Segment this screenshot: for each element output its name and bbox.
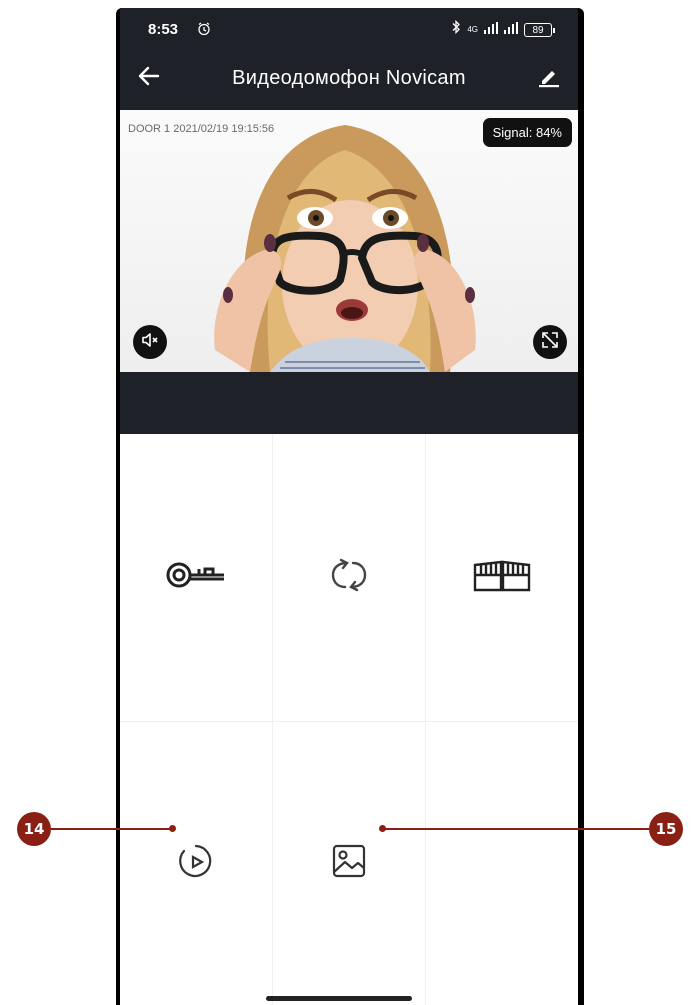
callout-dot-15 — [379, 825, 386, 832]
cellular-signal-2-icon — [504, 21, 518, 39]
status-time: 8:53 — [148, 21, 179, 38]
speaker-muted-icon — [141, 332, 159, 353]
app-bar: Видеодомофон Novicam — [120, 46, 578, 110]
camera-feed-image — [214, 125, 476, 372]
alarm-icon — [197, 22, 211, 41]
open-gate-button[interactable] — [426, 434, 578, 722]
edit-pencil-icon[interactable] — [538, 66, 560, 93]
signal-badge: Signal: 84% — [482, 118, 572, 147]
network-type: 4G — [467, 25, 478, 34]
callout-badge-14: 14 — [17, 812, 51, 846]
gate-icon — [473, 557, 531, 598]
fullscreen-icon — [542, 331, 558, 353]
playback-button[interactable] — [120, 722, 273, 1005]
battery-icon: 89 — [524, 22, 555, 37]
switch-camera-button[interactable] — [273, 434, 426, 722]
callout-badge-15: 15 — [649, 812, 683, 846]
playback-icon — [176, 841, 216, 886]
fullscreen-button[interactable] — [533, 325, 567, 359]
video-control-bar — [120, 372, 578, 434]
callout-dot-14 — [169, 825, 176, 832]
callout-line-15 — [382, 828, 649, 830]
app-screen: 8:53 4G 89 Видеодомофон Novicam DOOR 1 2… — [120, 8, 578, 1005]
page-title: Видеодомофон Novicam — [232, 67, 466, 89]
phone-frame: 8:53 4G 89 Видеодомофон Novicam DOOR 1 2… — [116, 8, 584, 1005]
image-icon — [332, 844, 366, 883]
status-bar: 8:53 4G 89 — [120, 8, 578, 46]
video-preview[interactable]: DOOR 1 2021/02/19 19:15:56 Signal: 84% — [120, 110, 578, 372]
refresh-icon — [327, 557, 371, 598]
key-icon — [165, 560, 227, 595]
cellular-signal-icon — [484, 21, 498, 39]
bluetooth-icon — [451, 19, 461, 39]
empty-grid-cell — [426, 722, 578, 1005]
status-icons: 4G 89 — [451, 19, 555, 39]
callout-line-14 — [51, 828, 172, 830]
mute-button[interactable] — [133, 325, 167, 359]
home-indicator — [266, 996, 412, 1001]
camera-timestamp: DOOR 1 2021/02/19 19:15:56 — [128, 123, 275, 135]
gallery-button[interactable] — [273, 722, 426, 1005]
unlock-door-button[interactable] — [120, 434, 273, 722]
controls-grid — [120, 434, 578, 1005]
